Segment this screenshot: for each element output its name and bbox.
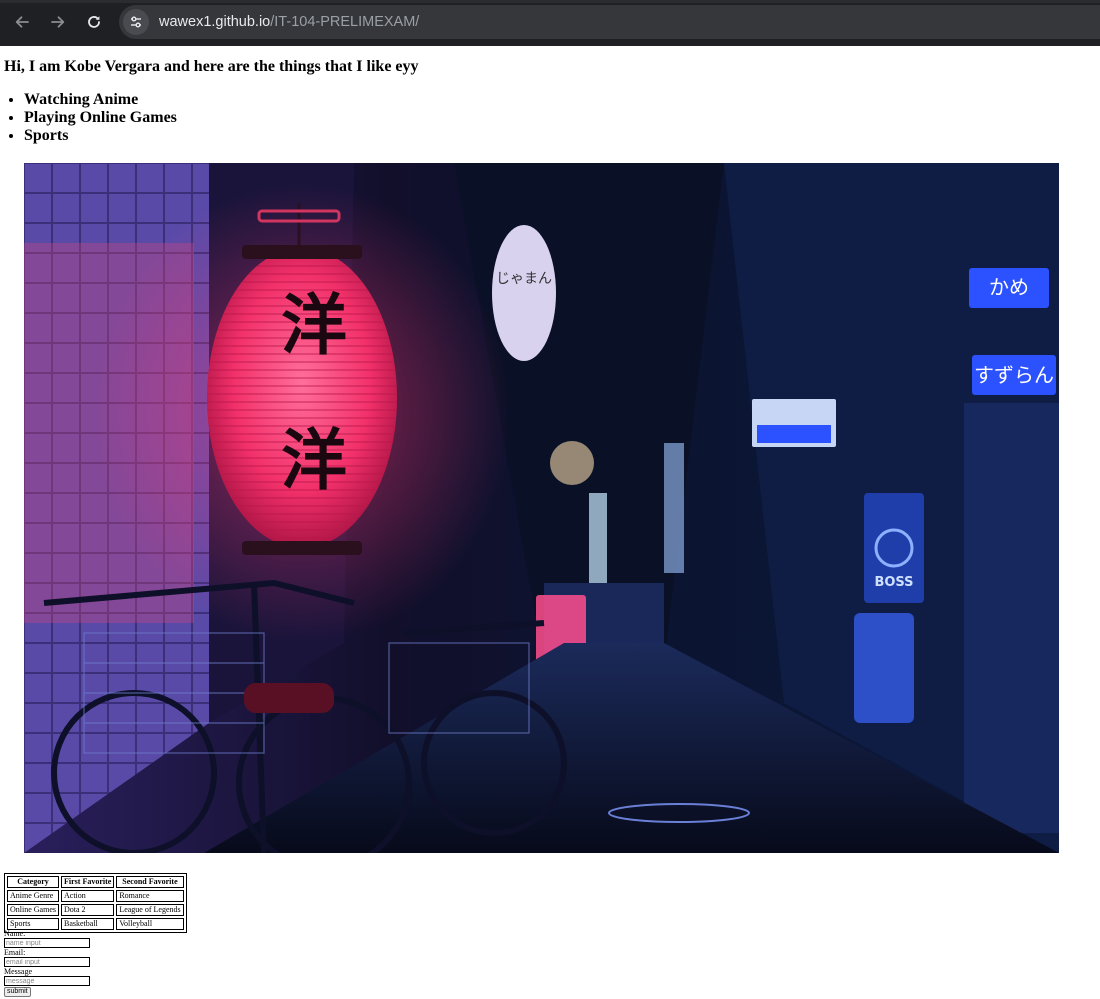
svg-text:じゃまん: じゃまん [496,271,552,287]
browser-toolbar: wawex1.github.io/IT-104-PRELIMEXAM/ [0,0,1100,46]
name-label: Name: [4,929,26,938]
svg-text:洋: 洋 [281,286,347,364]
svg-text:洋: 洋 [281,421,347,499]
svg-text:かめ: かめ [989,275,1029,299]
back-button[interactable] [8,8,36,36]
email-input[interactable] [4,957,90,967]
table-cell: Action [61,890,115,902]
message-input[interactable] [4,976,90,986]
name-input[interactable] [4,938,90,948]
message-label: Message [4,967,32,976]
forward-button[interactable] [44,8,72,36]
reload-button[interactable] [80,8,108,36]
list-item: Playing Online Games [24,109,177,127]
tune-icon [131,16,141,28]
url-text[interactable]: wawex1.github.io/IT-104-PRELIMEXAM/ [159,14,419,30]
arrow-left-icon [15,16,29,28]
intro-heading: Hi, I am Kobe Vergara and here are the t… [4,58,419,75]
table-row: Anime Genre Action Romance [7,890,184,902]
list-item: Watching Anime [24,91,177,109]
submit-button[interactable]: submit [4,987,31,997]
svg-text:BOSS: BOSS [874,575,913,590]
toolbar-edge [0,0,1100,3]
tokyo-alley-photo: かめ すずらん じゃまん BOSS 洋 洋 [24,163,1059,853]
table-header-row: Category First Favorite Second Favorite [7,876,184,888]
column-header: Category [7,876,59,888]
table-cell: Dota 2 [61,904,115,916]
favorites-table: Category First Favorite Second Favorite … [4,873,187,933]
contact-form: Name: Email: Message submit [4,929,90,997]
column-header: Second Favorite [116,876,184,888]
table-cell: Volleyball [116,918,184,930]
reload-icon [88,16,100,28]
column-header: First Favorite [61,876,115,888]
arrow-right-icon [51,16,65,28]
table-cell: League of Legends [116,904,184,916]
table-cell: Online Games [7,904,59,916]
likes-list: Watching Anime Playing Online Games Spor… [4,91,177,145]
table-cell: Romance [116,890,184,902]
email-label: Email: [4,948,26,957]
svg-text:すずらん: すずらん [974,363,1054,387]
table-row: Online Games Dota 2 League of Legends [7,904,184,916]
url-path: /IT-104-PRELIMEXAM/ [270,14,420,30]
url-host: wawex1.github.io [159,14,271,30]
list-item: Sports [24,127,177,145]
site-info-button[interactable] [123,9,149,35]
address-bar[interactable]: wawex1.github.io/IT-104-PRELIMEXAM/ [119,5,1100,39]
table-cell: Anime Genre [7,890,59,902]
